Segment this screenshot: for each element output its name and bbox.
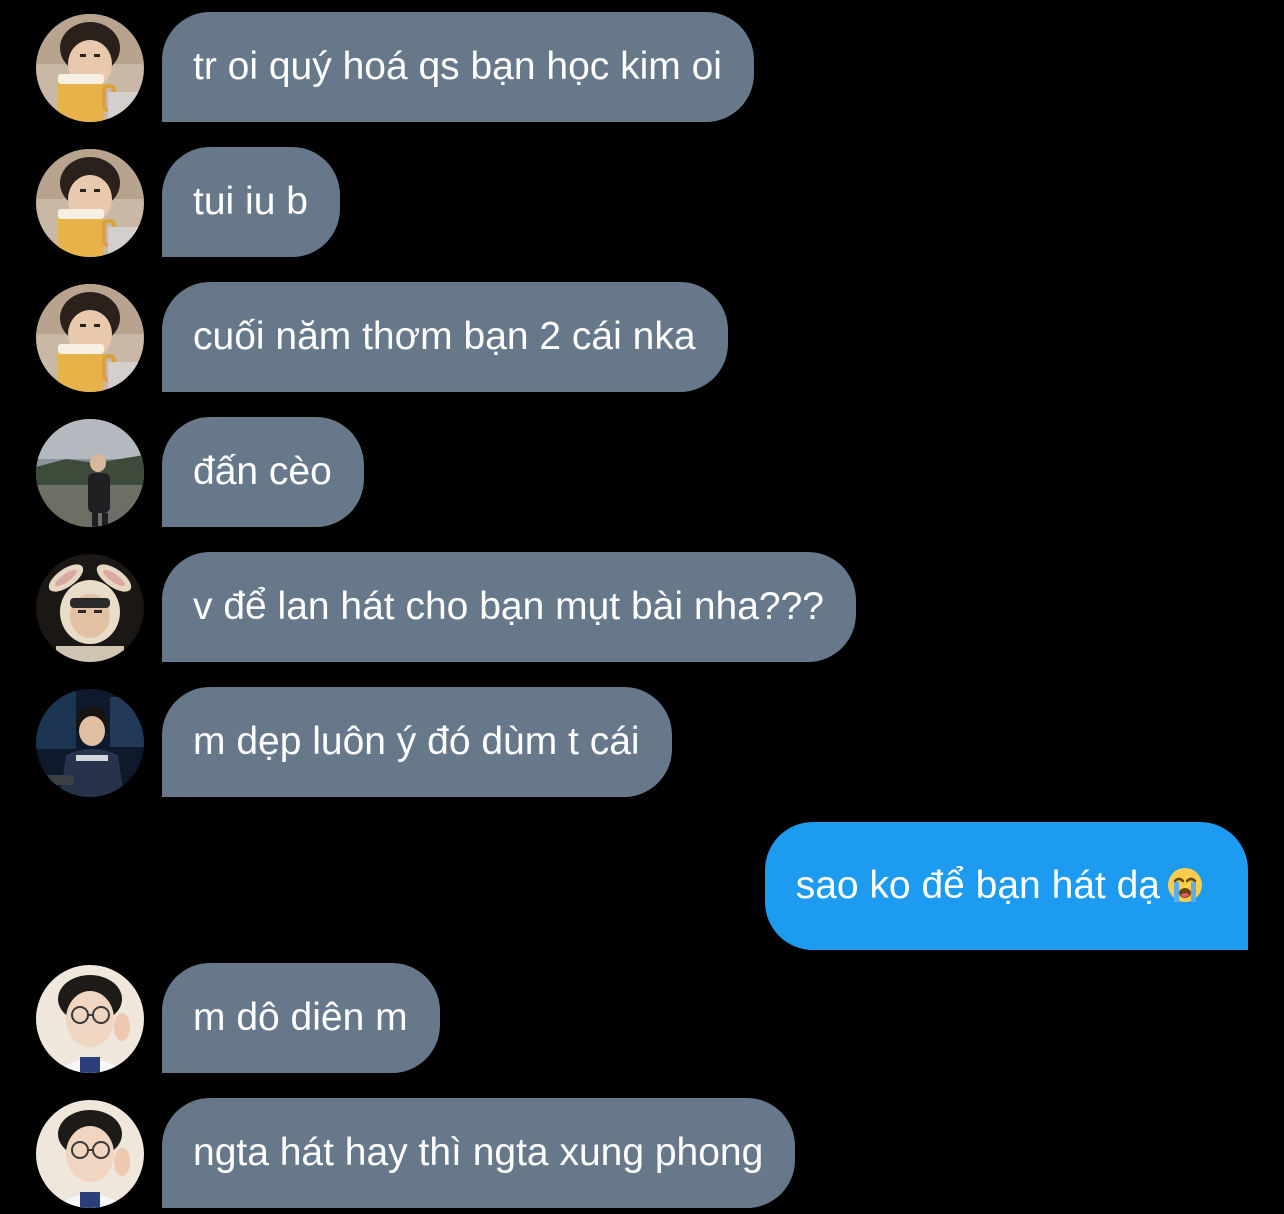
chat-thread: tr oi quý hoá qs bạn học kim oi tui iu b…: [0, 0, 1284, 1214]
incoming-message-bubble[interactable]: m dô diên m: [162, 963, 440, 1073]
message-text: cuối năm thơm bạn 2 cái nka: [193, 315, 696, 358]
avatar[interactable]: [36, 284, 144, 392]
avatar-user-beer: [36, 284, 144, 392]
message-row: đấn cèo: [0, 417, 1284, 527]
outgoing-message-bubble[interactable]: sao ko để bạn hát dạ: [764, 822, 1248, 950]
incoming-message-bubble[interactable]: ngta hát hay thì ngta xung phong: [162, 1098, 796, 1208]
message-row: v để lan hát cho bạn mụt bài nha???: [0, 552, 1284, 662]
message-text: ngta hát hay thì ngta xung phong: [193, 1131, 764, 1174]
avatar[interactable]: [36, 965, 144, 1073]
message-row: ngta hát hay thì ngta xung phong: [0, 1098, 1284, 1208]
avatar[interactable]: [36, 1100, 144, 1208]
incoming-message-bubble[interactable]: v để lan hát cho bạn mụt bài nha???: [162, 552, 856, 662]
avatar-user-outdoor: [36, 419, 144, 527]
incoming-message-bubble[interactable]: m dẹp luôn ý đó dùm t cái: [162, 687, 672, 797]
message-text: m dô diên m: [193, 996, 408, 1039]
message-row: tr oi quý hoá qs bạn học kim oi: [0, 12, 1284, 122]
avatar-user-jersey: [36, 689, 144, 797]
incoming-message-bubble[interactable]: đấn cèo: [162, 417, 364, 527]
avatar-user-glasses: [36, 1100, 144, 1208]
incoming-message-bubble[interactable]: cuối năm thơm bạn 2 cái nka: [162, 282, 728, 392]
avatar-user-beer: [36, 149, 144, 257]
message-row: m dô diên m: [0, 963, 1284, 1073]
message-row: tui iu b: [0, 147, 1284, 257]
message-text: đấn cèo: [193, 450, 332, 493]
avatar[interactable]: [36, 689, 144, 797]
message-row: cuối năm thơm bạn 2 cái nka: [0, 282, 1284, 392]
avatar[interactable]: [36, 419, 144, 527]
message-text: m dẹp luôn ý đó dùm t cái: [193, 720, 640, 763]
incoming-message-bubble[interactable]: tr oi quý hoá qs bạn học kim oi: [162, 12, 754, 122]
avatar[interactable]: [36, 149, 144, 257]
avatar[interactable]: [36, 14, 144, 122]
message-text: v để lan hát cho bạn mụt bài nha???: [193, 585, 824, 628]
message-row: sao ko để bạn hát dạ: [0, 822, 1284, 950]
message-text: tr oi quý hoá qs bạn học kim oi: [193, 45, 722, 88]
message-text: tui iu b: [193, 180, 308, 223]
incoming-message-bubble[interactable]: tui iu b: [162, 147, 340, 257]
avatar-user-glasses: [36, 965, 144, 1073]
loudly-crying-face-icon: [1168, 868, 1202, 902]
message-text: sao ko để bạn hát dạ: [795, 864, 1160, 907]
avatar-user-bunny-ears: [36, 554, 144, 662]
avatar-user-beer: [36, 14, 144, 122]
avatar[interactable]: [36, 554, 144, 662]
message-row: m dẹp luôn ý đó dùm t cái: [0, 687, 1284, 797]
